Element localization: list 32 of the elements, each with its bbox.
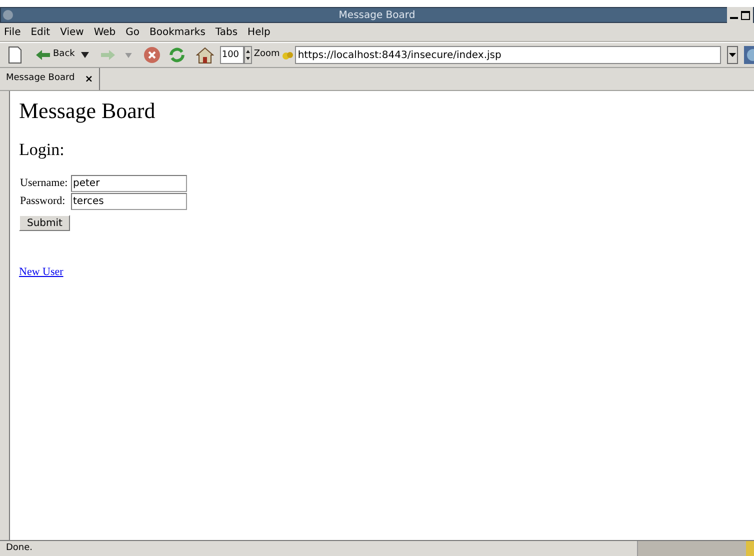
field-label: Password: (20, 194, 66, 210)
page-heading: Message Board (19, 97, 156, 125)
zoom-label: Zoom (254, 48, 280, 62)
dropdown-arrow-icon[interactable] (80, 52, 89, 58)
maximize-icon[interactable] (741, 10, 750, 20)
menu-item[interactable]: Edit (30, 24, 50, 40)
address-field[interactable]: https://localhost:8443/insecure/index.jsp (294, 46, 721, 64)
menu-item[interactable]: File (4, 24, 21, 40)
menu-item[interactable]: View (60, 24, 84, 40)
back-arrow-icon (36, 50, 50, 60)
section-heading: Login: (19, 139, 66, 161)
reload-icon[interactable] (168, 47, 186, 63)
tab-label: Message Board (6, 72, 75, 86)
zoom-field[interactable]: 100 (220, 46, 244, 64)
stop-icon[interactable] (144, 47, 160, 63)
submit-button[interactable]: Submit (19, 215, 70, 231)
menu-item[interactable]: Bookmarks (150, 24, 206, 40)
menu-item[interactable]: Go (126, 24, 140, 40)
app-icon (2, 9, 14, 21)
home-icon[interactable] (196, 46, 214, 64)
back-button[interactable]: Back (36, 48, 75, 62)
input-field[interactable]: peter (71, 175, 187, 192)
menu-item[interactable]: Help (248, 24, 270, 40)
input-field[interactable]: terces (71, 193, 187, 210)
menu-item[interactable]: Tabs (215, 24, 238, 40)
new-user-link[interactable]: New User (19, 266, 64, 278)
spin-buttons-icon[interactable] (244, 46, 252, 64)
field-label: Username: (20, 176, 69, 192)
window-title: Message Board (338, 8, 416, 22)
tab-close-button[interactable]: × (84, 72, 94, 86)
new-page-icon[interactable] (8, 46, 22, 64)
menu-item[interactable]: Web (94, 24, 116, 40)
